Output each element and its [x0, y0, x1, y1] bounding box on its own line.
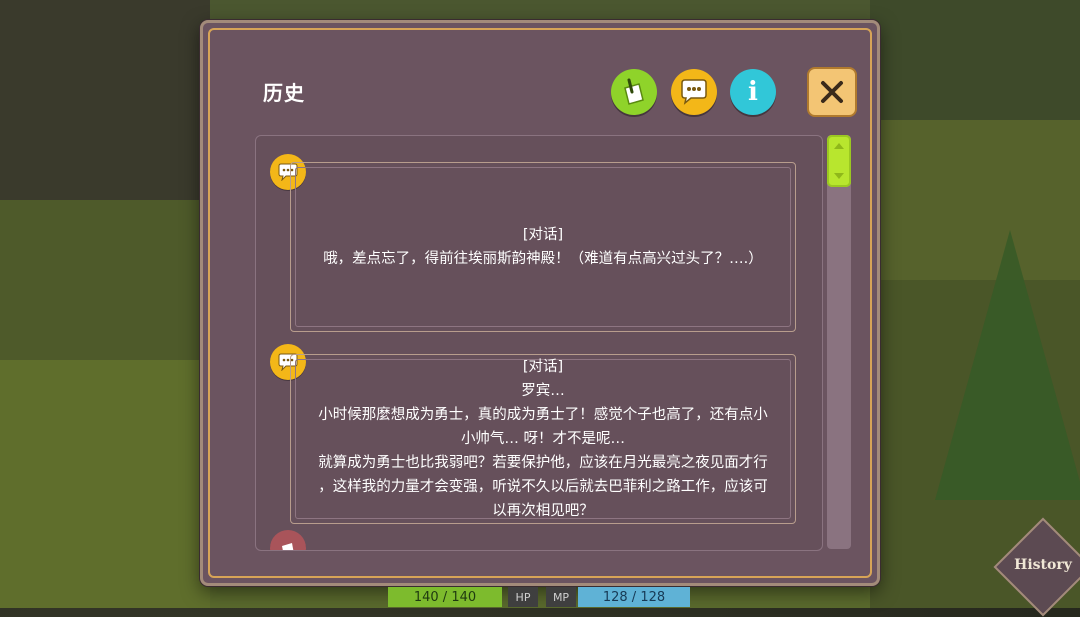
background-tile	[0, 200, 210, 360]
close-button[interactable]	[807, 67, 857, 117]
log-entry: [对话] 罗宾… 小时候那麼想成为勇士，真的成为勇士了！感觉个子也高了，还有点小…	[290, 354, 796, 524]
pine-tree	[935, 230, 1080, 500]
mp-label: MP	[546, 587, 576, 607]
entry-line: 小时候那麼想成为勇士，真的成为勇士了！感觉个子也高了，还有点小	[318, 407, 768, 423]
hp-bar: 140 / 140	[388, 587, 502, 607]
hp-label: HP	[508, 587, 538, 607]
mp-bar: 128 / 128	[578, 587, 690, 607]
entry-speaker: 罗宾…	[521, 383, 565, 399]
background-tile	[870, 0, 1080, 120]
chat-filter-button[interactable]	[671, 69, 717, 115]
info-icon: i	[748, 77, 758, 107]
entry-type-label: [对话]	[522, 359, 564, 375]
entry-type-label: [对话]	[522, 227, 564, 243]
entry-text: 哦，差点忘了，得前往埃丽斯韵神殿！（难道有点高兴过头了？….）	[323, 251, 763, 267]
entry-line: 以再次相见吧？	[492, 503, 594, 519]
scrollbar-thumb[interactable]	[827, 135, 851, 187]
entry-line: 小帅气… 呀！才不是呢…	[460, 431, 626, 447]
entry-line: ，这样我的力量才会变强，听说不久以后就去巴菲利之路工作，应该可	[318, 479, 768, 495]
background-tile	[210, 0, 870, 22]
speech-bubble-icon	[681, 79, 707, 105]
history-button-label[interactable]: History	[1008, 557, 1078, 573]
scrollbar[interactable]	[827, 135, 851, 549]
note-filter-button[interactable]	[611, 69, 657, 115]
note-icon	[270, 530, 306, 550]
scroll-arrows-icon	[834, 143, 844, 179]
note-icon	[624, 78, 644, 105]
entry-line: 就算成为勇士也比我弱吧？若要保护他，应该在月光最亮之夜见面才行	[318, 455, 768, 471]
dialog-title: 历史	[263, 81, 305, 105]
background-tile	[210, 585, 870, 608]
background-tile	[0, 0, 210, 200]
close-icon	[821, 81, 843, 103]
background-tile	[0, 360, 210, 608]
info-button[interactable]: i	[730, 69, 776, 115]
history-dialog: 历史 i [对话] 哦，差点忘了，得前往埃丽斯韵神殿！（难道有点高兴过头了？….…	[200, 20, 880, 586]
history-log[interactable]: [对话] 哦，差点忘了，得前往埃丽斯韵神殿！（难道有点高兴过头了？….） [对话…	[255, 135, 823, 551]
log-entry: [对话] 哦，差点忘了，得前往埃丽斯韵神殿！（难道有点高兴过头了？….）	[290, 162, 796, 332]
